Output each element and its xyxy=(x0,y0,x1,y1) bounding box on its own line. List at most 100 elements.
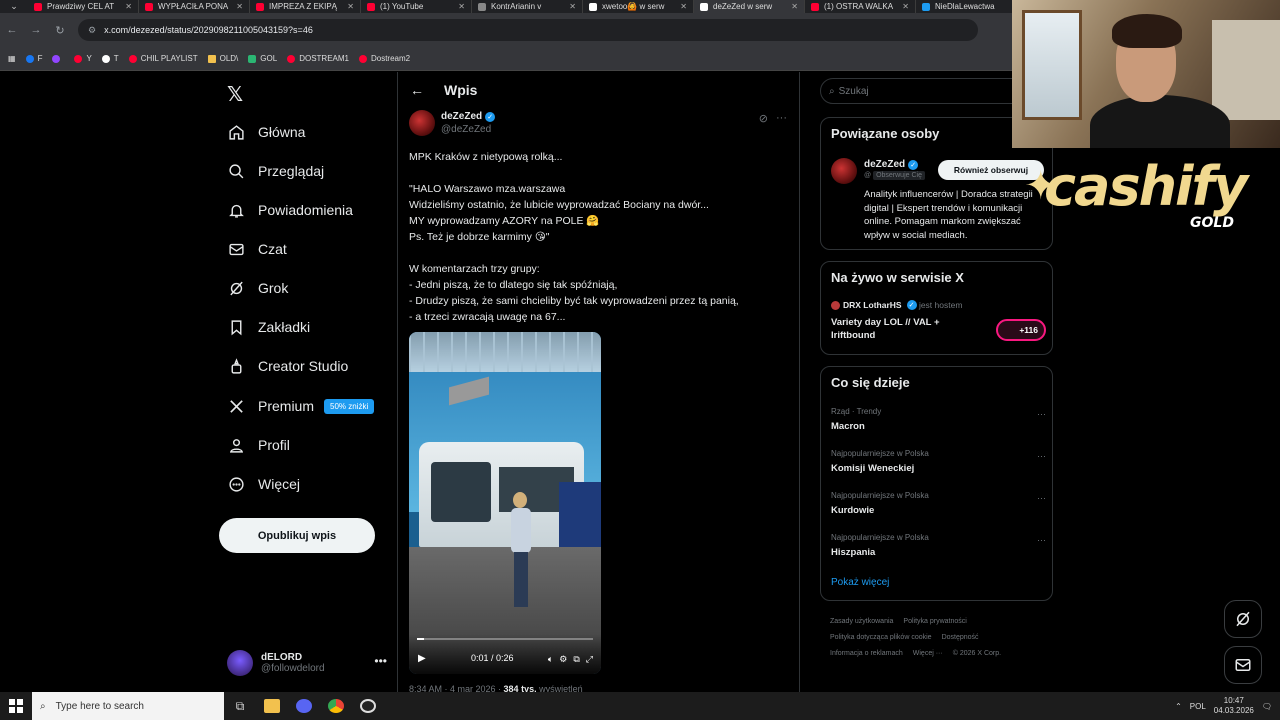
show-more-link[interactable]: Pokaż więcej xyxy=(831,577,889,588)
trend-item[interactable]: Rząd · Trendy Macron ··· xyxy=(831,407,1046,432)
url-field[interactable]: ⚙ x.com/dezezed/status/202909821100504315… xyxy=(78,19,978,41)
play-icon[interactable]: ▶ xyxy=(418,653,426,664)
browser-tab-active[interactable]: deZeZed w serw ✕ xyxy=(694,0,805,13)
nav-item-bookmarks[interactable]: Zakładki xyxy=(227,315,310,339)
nav-item-notifications[interactable]: Powiadomienia xyxy=(227,198,353,222)
footer-link[interactable]: Polityka dotycząca plików cookie xyxy=(830,634,932,641)
nav-item-more[interactable]: Więcej xyxy=(227,472,300,496)
nav-item-home[interactable]: Główna xyxy=(227,120,305,144)
discord-icon[interactable] xyxy=(288,692,320,720)
task-view-icon[interactable]: ⧉ xyxy=(224,692,256,720)
live-stream[interactable]: DRX LotharHS ✓ jest hostem Variety day LO… xyxy=(831,300,1046,342)
publish-post-button[interactable]: Opublikuj wpis xyxy=(219,518,375,553)
nav-item-explore[interactable]: Przeglądaj xyxy=(227,159,324,183)
browser-tab[interactable]: WYPŁACIŁA PONA ✕ xyxy=(139,0,250,13)
close-icon[interactable]: ✕ xyxy=(791,2,798,11)
live-card[interactable]: Na żywo w serwisie X DRX LotharHS ✓ jest … xyxy=(820,261,1053,355)
close-icon[interactable]: ✕ xyxy=(347,2,354,11)
footer-link[interactable]: Informacja o reklamach xyxy=(830,650,903,657)
reload-icon[interactable]: ↻ xyxy=(48,24,72,37)
language-indicator[interactable]: POL xyxy=(1190,702,1206,711)
fullscreen-icon[interactable]: ⤢ xyxy=(586,654,593,665)
nav-item-chat[interactable]: Czat xyxy=(227,237,287,261)
obs-icon[interactable] xyxy=(352,692,384,720)
close-icon[interactable]: ✕ xyxy=(125,2,132,11)
search-input[interactable]: ⌕ Szukaj xyxy=(820,78,1030,104)
video-player[interactable]: ▶ 0:01 / 0:26 🔈︎ ⚙ ⧉ ⤢ xyxy=(409,332,601,674)
bookmark-item[interactable]: CHIL PLAYLIST xyxy=(128,54,198,63)
browser-tab[interactable]: IMPREZA Z EKIPĄ ✕ xyxy=(250,0,361,13)
author-name[interactable]: deZeZed xyxy=(441,111,482,122)
bookmark-item[interactable]: DOSTREAM1 xyxy=(287,54,349,63)
bookmark-item[interactable]: Dostream2 xyxy=(358,54,410,63)
back-arrow-icon[interactable]: ← xyxy=(410,82,424,98)
pip-icon[interactable]: ⧉ xyxy=(573,654,579,665)
grok-fab-button[interactable] xyxy=(1224,600,1262,638)
settings-icon[interactable]: ⚙ xyxy=(559,654,567,665)
x-logo-icon[interactable]: 𝕏 xyxy=(227,82,243,107)
site-info-icon[interactable]: ⚙ xyxy=(88,25,96,36)
file-explorer-icon[interactable] xyxy=(256,692,288,720)
account-handle: @followdelord xyxy=(261,663,325,674)
bookmark-item[interactable]: Y xyxy=(74,54,92,63)
more-dots-icon[interactable]: ··· xyxy=(1037,493,1046,503)
nav-item-premium[interactable]: Premium 50% zniżki xyxy=(227,394,375,418)
mail-icon xyxy=(227,240,245,258)
footer-link[interactable]: Więcej ··· xyxy=(913,650,943,657)
browser-tab[interactable]: (1) OSTRA WALKA ✕ xyxy=(805,0,916,13)
chrome-icon[interactable] xyxy=(320,692,352,720)
post-meta: 8:34 AM · 4 mar 2026 · 384 tys. wyświetl… xyxy=(409,684,583,692)
bookmark-item[interactable]: T xyxy=(101,54,119,63)
back-icon[interactable]: ← xyxy=(0,24,24,36)
footer-link[interactable]: Zasady użytkowania xyxy=(830,618,893,625)
taskbar-search-input[interactable]: ⌕ Type here to search xyxy=(32,692,224,720)
account-switcher[interactable]: dELORD @followdelord ••• xyxy=(227,648,387,678)
nav-item-profile[interactable]: Profil xyxy=(227,433,290,457)
avatar[interactable] xyxy=(831,158,857,184)
messages-fab-button[interactable] xyxy=(1224,646,1262,684)
video-progress-bar[interactable] xyxy=(417,638,593,640)
nav-item-grok[interactable]: Grok xyxy=(227,276,288,300)
trend-item[interactable]: Najpopularniejsze w Polska Hiszpania ··· xyxy=(831,533,1046,558)
bookmark-item[interactable]: GOL xyxy=(248,54,277,63)
more-dots-icon[interactable]: ··· xyxy=(1037,451,1046,461)
folder-icon xyxy=(207,54,216,63)
trend-item[interactable]: Najpopularniejsze w Polska Kurdowie ··· xyxy=(831,491,1046,516)
more-dots-icon[interactable]: ••• xyxy=(374,654,387,668)
author-handle[interactable]: @deZeZed xyxy=(441,124,495,135)
listener-count[interactable]: +116 xyxy=(996,319,1046,341)
forward-icon[interactable]: → xyxy=(24,24,48,36)
close-icon[interactable]: ✕ xyxy=(458,2,465,11)
close-icon[interactable]: ✕ xyxy=(569,2,576,11)
bookmark-item[interactable]: F xyxy=(25,54,42,63)
clock[interactable]: 10:47 04.03.2026 xyxy=(1214,696,1254,716)
avatar[interactable] xyxy=(409,110,435,136)
post-author[interactable]: deZeZed ✓ @deZeZed xyxy=(409,110,496,136)
windows-start-icon[interactable] xyxy=(0,692,32,720)
browser-tab[interactable]: Prawdziwy CEL AT ✕ xyxy=(28,0,139,13)
bookmark-item[interactable] xyxy=(52,54,64,63)
person-icon xyxy=(227,436,245,454)
more-dots-icon[interactable]: ··· xyxy=(776,112,787,125)
browser-tab[interactable]: xwetoo🙆 w serw ✕ xyxy=(583,0,694,13)
more-dots-icon[interactable]: ··· xyxy=(1037,535,1046,545)
browser-tab[interactable]: (1) YouTube ✕ xyxy=(361,0,472,13)
close-icon[interactable]: ✕ xyxy=(680,2,687,11)
browser-tab[interactable]: NieDlaLewactwa✕ xyxy=(916,0,1027,13)
tab-search-icon[interactable]: ⌄ xyxy=(0,1,28,12)
close-icon[interactable]: ✕ xyxy=(902,2,909,11)
nav-item-creator-studio[interactable]: Creator Studio xyxy=(227,354,348,378)
browser-tab[interactable]: KontrArianin v ✕ xyxy=(472,0,583,13)
close-icon[interactable]: ✕ xyxy=(236,2,243,11)
footer-link[interactable]: Polityka prywatności xyxy=(903,618,966,625)
tray-chevron-icon[interactable]: ⌃ xyxy=(1175,702,1182,711)
notifications-icon[interactable]: 🗨︎ xyxy=(1262,702,1272,711)
verified-icon: ✓ xyxy=(906,300,917,310)
bookmark-item[interactable]: OLD\ xyxy=(207,54,238,63)
apps-icon[interactable]: ▦ xyxy=(8,54,16,63)
footer-link[interactable]: Dostępność xyxy=(942,634,979,641)
more-dots-icon[interactable]: ··· xyxy=(1037,409,1046,419)
volume-icon[interactable]: 🔈︎ xyxy=(548,654,553,665)
grok-icon[interactable]: ⊘ xyxy=(759,112,768,125)
trend-item[interactable]: Najpopularniejsze w Polska Komisji Wenec… xyxy=(831,449,1046,474)
